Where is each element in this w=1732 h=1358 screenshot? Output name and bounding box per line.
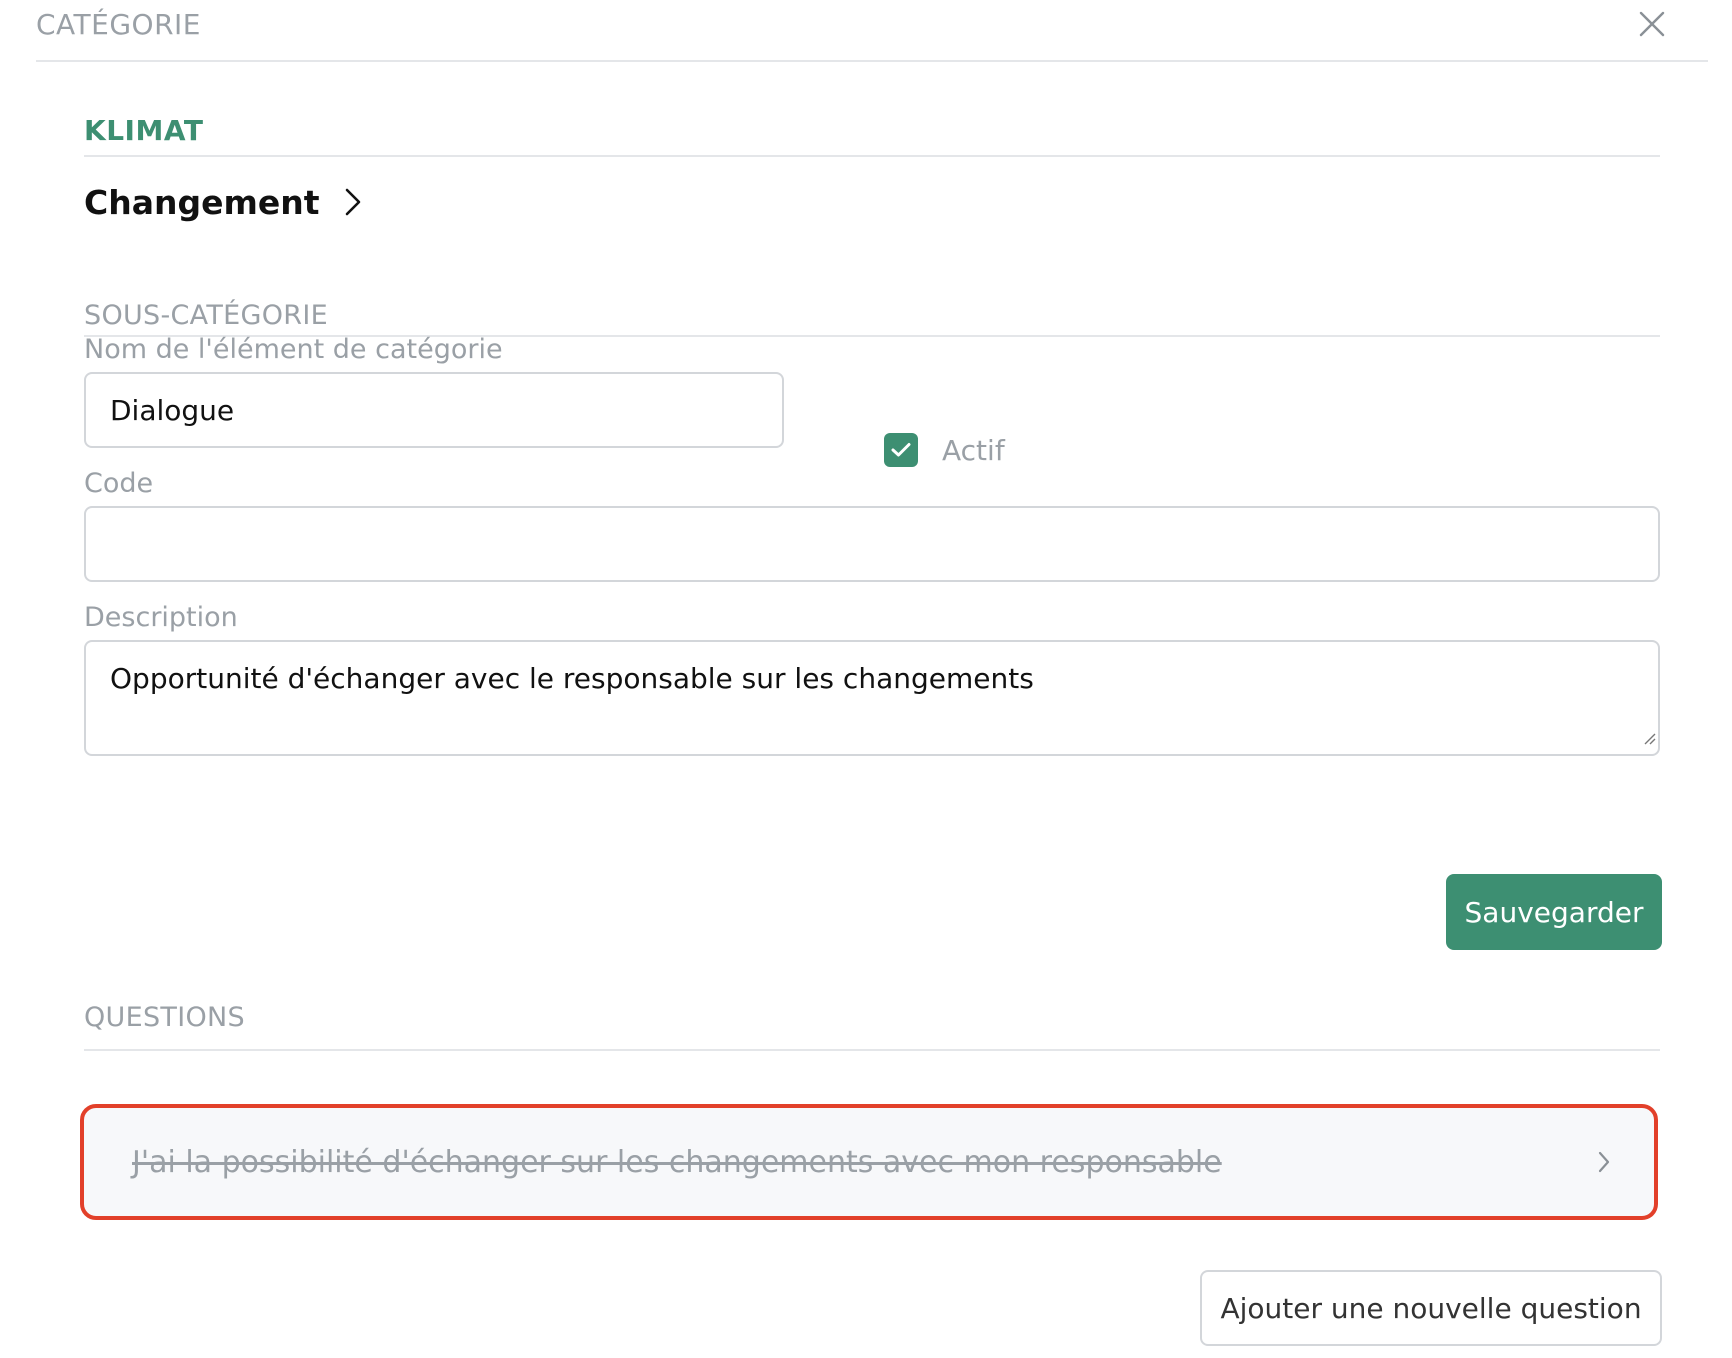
- name-input[interactable]: Dialogue: [84, 372, 784, 448]
- subcategory-section-title: SOUS-CATÉGORIE: [84, 300, 1660, 337]
- close-button[interactable]: [1632, 6, 1672, 46]
- category-panel: CATÉGORIE KLIMAT Changement SOUS-CATÉGOR…: [0, 0, 1732, 1358]
- name-field-label: Nom de l'élément de catégorie: [84, 334, 503, 365]
- name-input-value: Dialogue: [110, 393, 235, 427]
- description-field-label: Description: [84, 602, 238, 633]
- category-name: KLIMAT: [84, 114, 1660, 157]
- close-icon: [1639, 11, 1665, 41]
- question-list-item[interactable]: J'ai la possibilité d'échanger sur les c…: [80, 1104, 1658, 1220]
- panel-header: CATÉGORIE: [36, 0, 1708, 62]
- checkmark-icon: [891, 443, 911, 457]
- questions-section-title: QUESTIONS: [84, 1002, 1660, 1051]
- chevron-right-icon: [344, 187, 362, 217]
- question-text: J'ai la possibilité d'échanger sur les c…: [132, 1144, 1222, 1180]
- breadcrumb[interactable]: Changement: [84, 180, 362, 224]
- active-label: Actif: [942, 433, 1005, 467]
- active-toggle[interactable]: Actif: [884, 433, 1005, 467]
- breadcrumb-label: Changement: [84, 182, 320, 222]
- chevron-right-icon: [1598, 1151, 1610, 1173]
- code-input[interactable]: [84, 506, 1660, 582]
- resize-grip-icon[interactable]: [1642, 719, 1656, 752]
- add-question-button[interactable]: Ajouter une nouvelle question: [1200, 1270, 1662, 1346]
- code-field-label: Code: [84, 468, 154, 499]
- panel-title: CATÉGORIE: [36, 8, 201, 41]
- active-checkbox[interactable]: [884, 433, 918, 467]
- description-value: Opportunité d'échanger avec le responsab…: [110, 662, 1034, 695]
- description-textarea[interactable]: Opportunité d'échanger avec le responsab…: [84, 640, 1660, 756]
- save-button[interactable]: Sauvegarder: [1446, 874, 1662, 950]
